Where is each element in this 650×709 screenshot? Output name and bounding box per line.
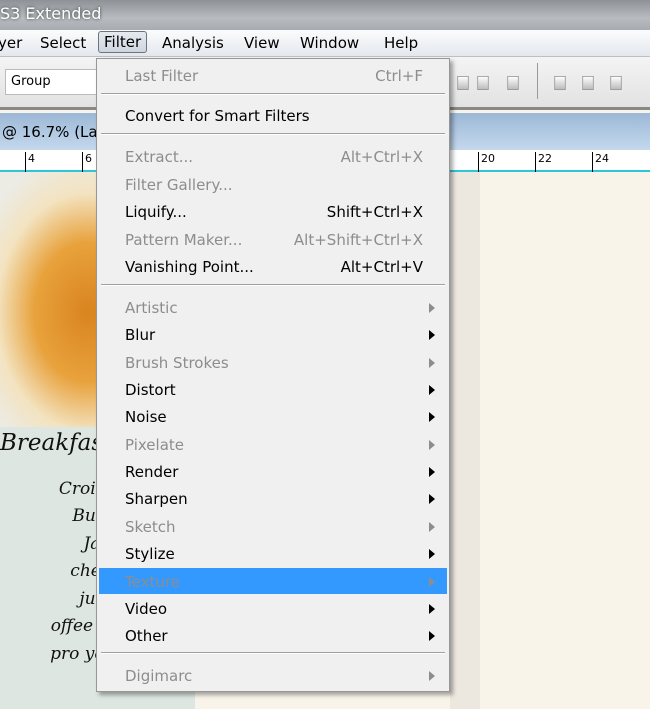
menu-window[interactable]: Window bbox=[296, 33, 363, 53]
menu-view[interactable]: View bbox=[240, 33, 284, 53]
submenu-arrow-icon bbox=[429, 439, 435, 450]
menu-analysis[interactable]: Analysis bbox=[158, 33, 228, 53]
menu-help[interactable]: Help bbox=[380, 33, 422, 53]
menu-item-other[interactable]: Other bbox=[99, 622, 447, 648]
submenu-arrow-icon bbox=[429, 467, 435, 478]
menu-item-label: Render bbox=[125, 463, 179, 482]
menu-layer[interactable]: yer bbox=[0, 33, 26, 53]
submenu-arrow-icon bbox=[429, 631, 435, 642]
menu-item-extract[interactable]: Extract... Alt+Ctrl+X bbox=[99, 143, 447, 169]
submenu-arrow-icon bbox=[429, 603, 435, 614]
align-top-icon[interactable] bbox=[457, 76, 469, 90]
menu-item-stylize[interactable]: Stylize bbox=[99, 540, 447, 566]
submenu-arrow-icon bbox=[429, 330, 435, 341]
menu-select[interactable]: Select bbox=[36, 33, 90, 53]
align-bottom-icon[interactable] bbox=[507, 76, 519, 90]
menu-item-label: Other bbox=[125, 627, 168, 646]
menu-item-pattern-maker[interactable]: Pattern Maker... Alt+Shift+Ctrl+X bbox=[99, 226, 447, 252]
menu-item-liquify[interactable]: Liquify... Shift+Ctrl+X bbox=[99, 198, 447, 224]
menu-item-texture[interactable]: Texture bbox=[99, 567, 447, 594]
menu-item-noise[interactable]: Noise bbox=[99, 403, 447, 429]
menu-item-render[interactable]: Render bbox=[99, 458, 447, 484]
menu-item-sharpen[interactable]: Sharpen bbox=[99, 485, 447, 511]
menu-item-video[interactable]: Video bbox=[99, 595, 447, 621]
submenu-arrow-icon bbox=[429, 357, 435, 368]
dropdown-value: Group bbox=[11, 74, 51, 89]
shortcut-label: Shift+Ctrl+X bbox=[326, 203, 423, 221]
menu-item-label: Texture bbox=[125, 572, 180, 591]
title-bar: S3 Extended bbox=[0, 0, 650, 30]
menu-item-label: Brush Strokes bbox=[125, 353, 229, 372]
menu-item-artistic[interactable]: Artistic bbox=[99, 294, 447, 320]
distribute-bottom-icon[interactable] bbox=[610, 76, 622, 90]
ruler-label: 22 bbox=[535, 152, 552, 172]
ruler-label: 4 bbox=[25, 152, 35, 172]
menu-item-convert-smart-filters[interactable]: Convert for Smart Filters bbox=[99, 102, 447, 128]
menu-item-label: Extract... bbox=[125, 148, 194, 166]
shortcut-label: Alt+Ctrl+X bbox=[340, 148, 423, 166]
menu-item-label: Digimarc bbox=[125, 667, 193, 685]
shortcut-label: Alt+Ctrl+V bbox=[340, 258, 423, 276]
submenu-arrow-icon bbox=[429, 494, 435, 505]
menu-item-label: Stylize bbox=[125, 545, 175, 564]
menu-separator bbox=[101, 93, 445, 95]
menu-item-label: Artistic bbox=[125, 299, 178, 317]
menu-separator bbox=[101, 652, 445, 654]
menu-item-label: Noise bbox=[125, 408, 167, 427]
shortcut-label: Alt+Shift+Ctrl+X bbox=[293, 230, 423, 249]
menu-item-label: Distort bbox=[125, 381, 176, 400]
menu-item-label: Sketch bbox=[125, 517, 176, 536]
menu-item-label: Last Filter bbox=[125, 67, 199, 85]
canvas-image-edge bbox=[450, 172, 480, 709]
submenu-arrow-icon bbox=[429, 412, 435, 423]
document-title: @ 16.7% (La bbox=[2, 123, 98, 141]
menu-item-label: Pixelate bbox=[125, 435, 184, 454]
menu-separator bbox=[101, 133, 445, 135]
menu-item-brush-strokes[interactable]: Brush Strokes bbox=[99, 349, 447, 375]
align-vcenter-icon[interactable] bbox=[477, 76, 489, 90]
ruler-label: 20 bbox=[478, 152, 495, 172]
menu-item-label: Video bbox=[125, 599, 168, 618]
menu-item-vanishing-point[interactable]: Vanishing Point... Alt+Ctrl+V bbox=[99, 253, 447, 279]
menu-item-blur[interactable]: Blur bbox=[99, 321, 447, 347]
shortcut-label: Ctrl+F bbox=[375, 67, 423, 85]
filter-menu: Last Filter Ctrl+F Convert for Smart Filte… bbox=[96, 58, 450, 692]
menu-item-digimarc[interactable]: Digimarc bbox=[99, 662, 447, 688]
menu-item-label: Blur bbox=[125, 326, 156, 345]
distribute-top-icon[interactable] bbox=[554, 76, 566, 90]
submenu-arrow-icon bbox=[429, 303, 435, 313]
menu-item-distort[interactable]: Distort bbox=[99, 376, 447, 402]
menu-item-label: Vanishing Point... bbox=[125, 258, 254, 276]
submenu-arrow-icon bbox=[429, 576, 435, 587]
menu-item-label: Liquify... bbox=[125, 203, 187, 221]
menu-item-last-filter[interactable]: Last Filter Ctrl+F bbox=[99, 62, 447, 88]
menu-item-pixelate[interactable]: Pixelate bbox=[99, 431, 447, 457]
ruler-label: 6 bbox=[82, 152, 92, 172]
ruler-label: 24 bbox=[592, 152, 609, 172]
menu-item-label: Sharpen bbox=[125, 490, 188, 509]
menu-item-label: Convert for Smart Filters bbox=[125, 107, 310, 125]
submenu-arrow-icon bbox=[429, 549, 435, 560]
submenu-arrow-icon bbox=[429, 521, 435, 532]
window-title: S3 Extended bbox=[0, 4, 102, 23]
toolbar-divider bbox=[537, 63, 538, 99]
menu-filter[interactable]: Filter bbox=[98, 31, 148, 53]
menu-bar: yer Select Filter Analysis View Window H… bbox=[0, 30, 650, 57]
menu-item-label: Pattern Maker... bbox=[125, 230, 243, 249]
distribute-center-icon[interactable] bbox=[582, 76, 594, 90]
auto-select-dropdown[interactable]: Group bbox=[5, 69, 105, 95]
submenu-arrow-icon bbox=[429, 671, 435, 681]
submenu-arrow-icon bbox=[429, 385, 435, 396]
menu-separator bbox=[101, 284, 445, 286]
menu-item-label: Filter Gallery... bbox=[125, 175, 233, 194]
menu-item-filter-gallery[interactable]: Filter Gallery... bbox=[99, 171, 447, 197]
menu-item-sketch[interactable]: Sketch bbox=[99, 513, 447, 539]
